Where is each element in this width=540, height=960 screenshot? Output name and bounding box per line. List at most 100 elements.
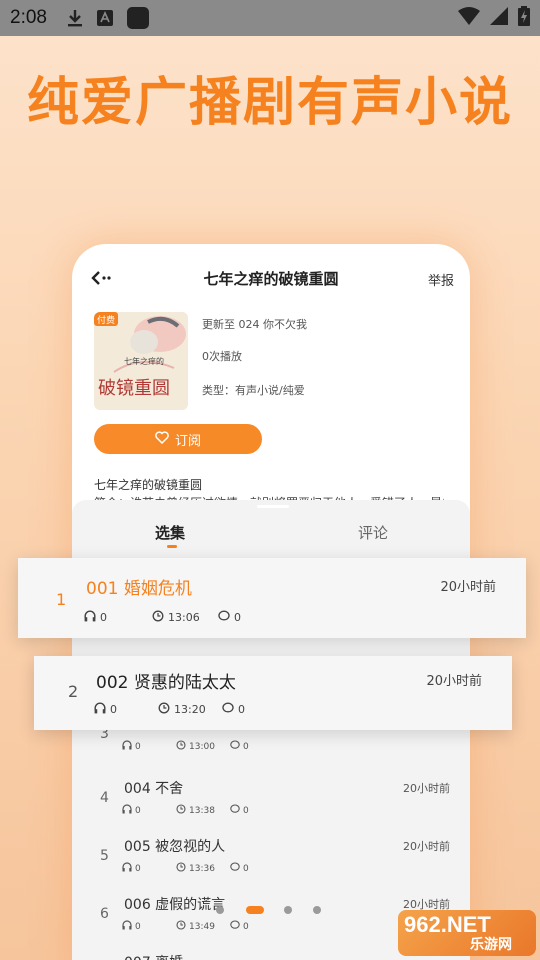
comment-count: 0: [230, 862, 249, 875]
detail-topbar: 七年之痒的破镜重圆 举报: [72, 266, 470, 296]
status-bar: 2:08: [0, 0, 540, 36]
clock-icon: [176, 804, 186, 817]
episode-row[interactable]: 5 005 被忽视的人 20小时前 0 13:36 0: [72, 826, 470, 884]
wifi-icon: [458, 6, 480, 30]
comment-count: 0: [230, 804, 249, 817]
subscribe-button[interactable]: 订阅: [94, 424, 262, 454]
comment-icon: [218, 610, 230, 625]
cover-badge: 付费: [97, 316, 116, 326]
listen-count: 0: [122, 920, 141, 933]
listen-count: 0: [84, 610, 107, 625]
headphones-icon: [122, 804, 132, 817]
comment-value: 0: [243, 863, 249, 874]
pager-dot[interactable]: [216, 906, 224, 914]
comment-icon: [222, 702, 234, 717]
listen-count: 0: [94, 702, 117, 717]
duration-value: 13:06: [168, 611, 200, 624]
drama-cover[interactable]: 付费 七年之痒的 破镜重圆: [94, 312, 188, 410]
episode-time: 20小时前: [440, 580, 496, 595]
watermark-small-text: 乐游网: [470, 937, 512, 953]
font-app-icon: [96, 10, 113, 26]
status-right: [458, 0, 530, 36]
duration-value: 13:49: [189, 921, 215, 932]
headphones-icon: [122, 862, 132, 875]
duration-value: 13:38: [189, 805, 215, 816]
duration: 13:06: [152, 610, 200, 625]
clock-icon: [152, 610, 164, 625]
pager-dot[interactable]: [313, 906, 321, 914]
subscribe-label: 订阅: [174, 433, 201, 449]
episode-time: 20小时前: [426, 674, 482, 689]
cover-big-text: 破镜重圆: [98, 378, 170, 399]
duration-value: 13:00: [189, 741, 215, 752]
episode-number: 5: [100, 848, 109, 864]
duration: 13:36: [176, 862, 215, 875]
episode-title: 001 婚姻危机: [86, 579, 192, 599]
site-watermark: 962.NET 乐游网: [398, 910, 536, 956]
listen-value: 0: [135, 805, 141, 816]
headphones-icon: [122, 920, 132, 933]
comment-icon: [230, 862, 240, 875]
clock-icon: [176, 862, 186, 875]
comment-value: 0: [243, 921, 249, 932]
duration-value: 13:20: [174, 703, 206, 716]
synopsis-title: 七年之痒的破镜重圆: [94, 478, 203, 492]
comment-count: 0: [230, 920, 249, 933]
listen-value: 0: [135, 741, 141, 752]
episode-number: 4: [100, 790, 109, 806]
app-square-icon: [126, 7, 149, 29]
report-link[interactable]: 举报: [428, 270, 454, 289]
episode-number: 1: [56, 590, 67, 609]
download-icon: [67, 9, 83, 27]
clock-icon: [158, 702, 170, 717]
signal-icon: [490, 6, 508, 30]
genre-info: 类型：有声小说/纯爱: [202, 384, 305, 397]
episode-title: 002 贤惠的陆太太: [96, 673, 236, 693]
clock-icon: [176, 740, 186, 753]
cover-small-text: 七年之痒的: [124, 357, 164, 366]
battery-charging-icon: [518, 5, 530, 31]
listen-value: 0: [135, 921, 141, 932]
highlighted-episode-card[interactable]: 1 001 婚姻危机 20小时前 0 13:06 0: [18, 558, 526, 638]
episode-number: 2: [68, 682, 79, 701]
listen-count: 0: [122, 740, 141, 753]
episode-row[interactable]: 4 004 不舍 20小时前 0 13:38 0: [72, 768, 470, 826]
comment-count: 0: [218, 610, 241, 625]
episode-title: 004 不舍: [124, 781, 184, 797]
tab-comments[interactable]: 评论: [358, 522, 388, 543]
tab-indicator: [167, 545, 177, 548]
duration: 13:49: [176, 920, 215, 933]
duration-value: 13:36: [189, 863, 215, 874]
update-info: 更新至 024 你不欠我: [202, 318, 307, 331]
listen-count: 0: [122, 862, 141, 875]
clock-icon: [176, 920, 186, 933]
episode-card[interactable]: 2 002 贤惠的陆太太 20小时前 0 13:20 0: [34, 656, 512, 730]
duration: 13:38: [176, 804, 215, 817]
listen-value: 0: [110, 703, 117, 716]
tab-episodes[interactable]: 选集: [155, 522, 185, 543]
play-count: 0次播放: [202, 350, 242, 363]
headphones-icon: [122, 740, 132, 753]
comment-value: 0: [243, 805, 249, 816]
listen-count: 0: [122, 804, 141, 817]
heart-icon: [155, 430, 169, 448]
comment-icon: [230, 740, 240, 753]
headphones-icon: [84, 610, 96, 625]
comment-count: 0: [230, 740, 249, 753]
episode-time: 20小时前: [403, 840, 450, 853]
episode-title: 007 离婚: [124, 952, 183, 960]
pager-dot[interactable]: [284, 906, 292, 914]
duration: 13:00: [176, 740, 215, 753]
comment-value: 0: [234, 611, 241, 624]
status-time: 2:08: [10, 7, 47, 28]
listen-value: 0: [100, 611, 107, 624]
duration: 13:20: [158, 702, 206, 717]
promo-headline: 纯爱广播剧有声小说: [26, 73, 513, 133]
pager-dot-active[interactable]: [246, 906, 264, 914]
comment-value: 0: [238, 703, 245, 716]
comment-value: 0: [243, 741, 249, 752]
sheet-handle[interactable]: [257, 505, 289, 508]
comment-icon: [230, 920, 240, 933]
listen-value: 0: [135, 863, 141, 874]
drama-title: 七年之痒的破镜重圆: [203, 270, 339, 288]
